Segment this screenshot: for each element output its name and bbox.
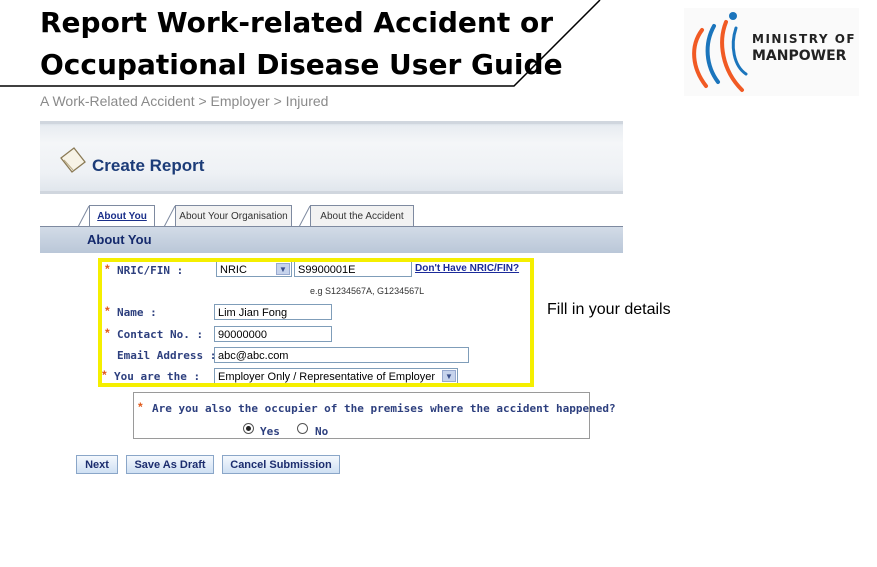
required-marker: * xyxy=(138,400,143,414)
section-title: About You xyxy=(87,232,152,247)
header-bottom-strip xyxy=(40,191,623,194)
occupier-no-label[interactable]: No xyxy=(315,425,328,438)
page-title: Create Report xyxy=(92,156,205,175)
occupier-no-radio[interactable] xyxy=(297,423,308,434)
report-document-icon xyxy=(60,147,86,173)
tab-about-you[interactable]: About You xyxy=(89,205,155,227)
annotation-text: Fill in your details xyxy=(547,301,671,318)
next-button[interactable]: Next xyxy=(76,455,118,474)
save-draft-button[interactable]: Save As Draft xyxy=(126,455,214,474)
occupier-yes-label[interactable]: Yes xyxy=(260,425,280,438)
breadcrumb: A Work-Related Accident > Employer > Inj… xyxy=(40,93,329,109)
tab-about-your-organisation[interactable]: About Your Organisation xyxy=(175,205,292,227)
occupier-question-box xyxy=(133,392,590,439)
occupier-question-label: Are you also the occupier of the premise… xyxy=(152,402,616,415)
logo-emblem-icon xyxy=(692,12,748,92)
cancel-submission-button[interactable]: Cancel Submission xyxy=(222,455,340,474)
highlight-box xyxy=(98,258,534,387)
tab-about-the-accident[interactable]: About the Accident xyxy=(310,205,414,227)
header-top-strip xyxy=(40,121,623,124)
ministry-logo: MINISTRY OF MANPOWER xyxy=(684,8,859,96)
occupier-yes-radio[interactable] xyxy=(243,423,254,434)
title-divider-line xyxy=(0,0,601,87)
logo-text-ministry: MINISTRY OF xyxy=(752,32,857,46)
logo-text-manpower: MANPOWER xyxy=(752,48,847,64)
